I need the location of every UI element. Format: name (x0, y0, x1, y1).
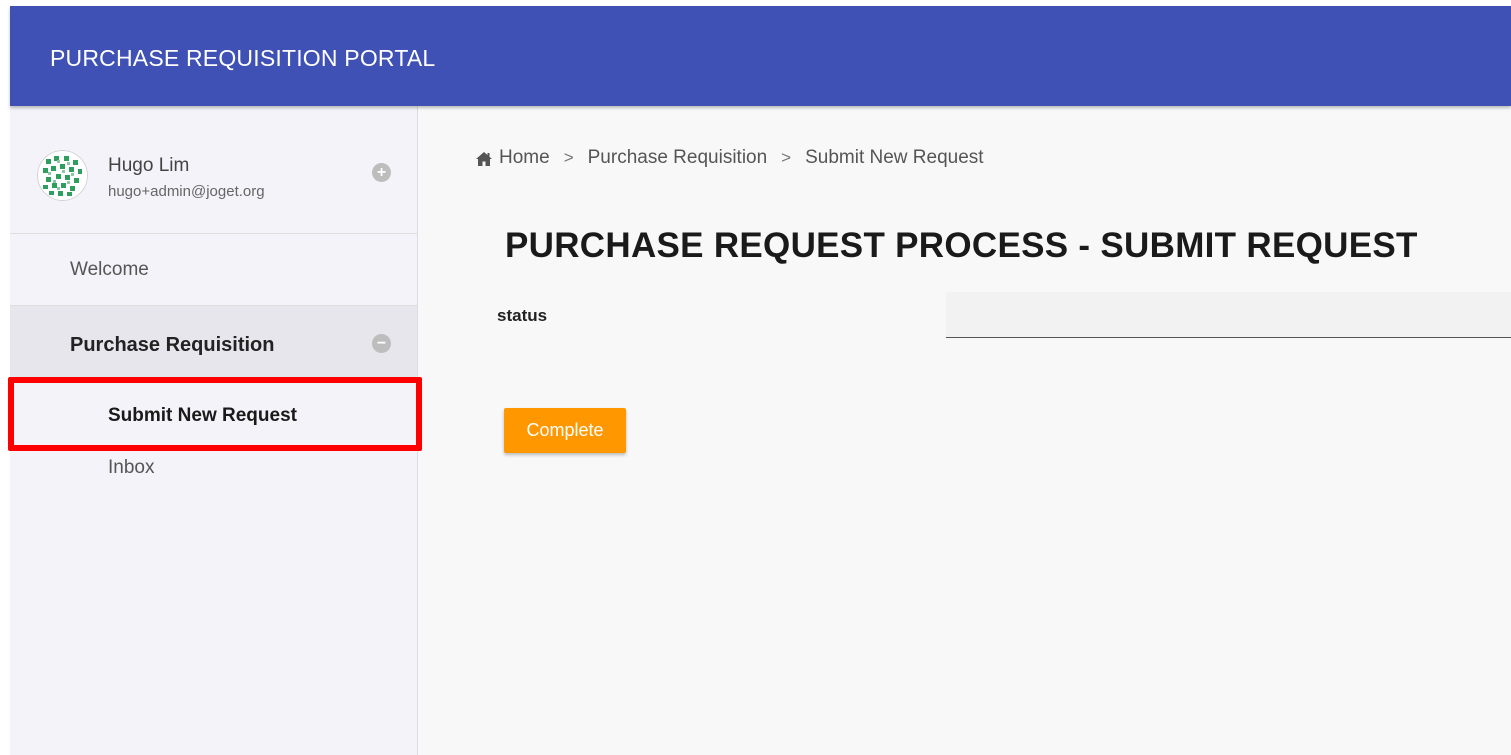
status-input[interactable] (946, 292, 1511, 338)
avatar (37, 150, 88, 201)
sidebar-item-label: Inbox (108, 457, 155, 478)
top-bar: PURCHASE REQUISITION PORTAL (10, 6, 1511, 106)
sidebar-item-submit-new-request[interactable]: Submit New Request (10, 386, 417, 438)
plus-circle-icon[interactable]: + (372, 163, 391, 182)
sidebar-item-label: Welcome (70, 259, 149, 280)
sidebar-item-welcome[interactable]: Welcome (10, 234, 417, 306)
breadcrumb-separator: > (563, 148, 574, 167)
complete-button[interactable]: Complete (504, 408, 626, 453)
breadcrumb: Home > Purchase Requisition > Submit New… (475, 147, 984, 169)
breadcrumb-submit-new-request: Submit New Request (805, 147, 984, 168)
app-title: PURCHASE REQUISITION PORTAL (50, 45, 436, 71)
user-email: hugo+admin@joget.org (108, 183, 265, 200)
user-name: Hugo Lim (108, 155, 190, 176)
app-window: PURCHASE REQUISITION PORTAL Hugo Lim hug… (8, 6, 1511, 755)
user-profile: Hugo Lim hugo+admin@joget.org + (10, 106, 417, 234)
sidebar-item-label: Purchase Requisition (70, 334, 275, 356)
minus-circle-icon[interactable]: − (372, 334, 391, 353)
breadcrumb-separator: > (781, 148, 792, 167)
page-title: PURCHASE REQUEST PROCESS - SUBMIT REQUES… (505, 226, 1418, 265)
main-content: Home > Purchase Requisition > Submit New… (419, 106, 1511, 755)
home-icon (475, 151, 493, 167)
sidebar-item-purchase-requisition[interactable]: Purchase Requisition − (10, 306, 417, 380)
breadcrumb-home[interactable]: Home (499, 147, 550, 169)
sidebar-item-label: Submit New Request (108, 405, 297, 426)
sidebar-item-inbox[interactable]: Inbox (10, 446, 417, 498)
status-label: status (497, 306, 548, 325)
sidebar: Hugo Lim hugo+admin@joget.org + Welcome … (8, 106, 422, 755)
breadcrumb-purchase-requisition[interactable]: Purchase Requisition (588, 147, 768, 169)
